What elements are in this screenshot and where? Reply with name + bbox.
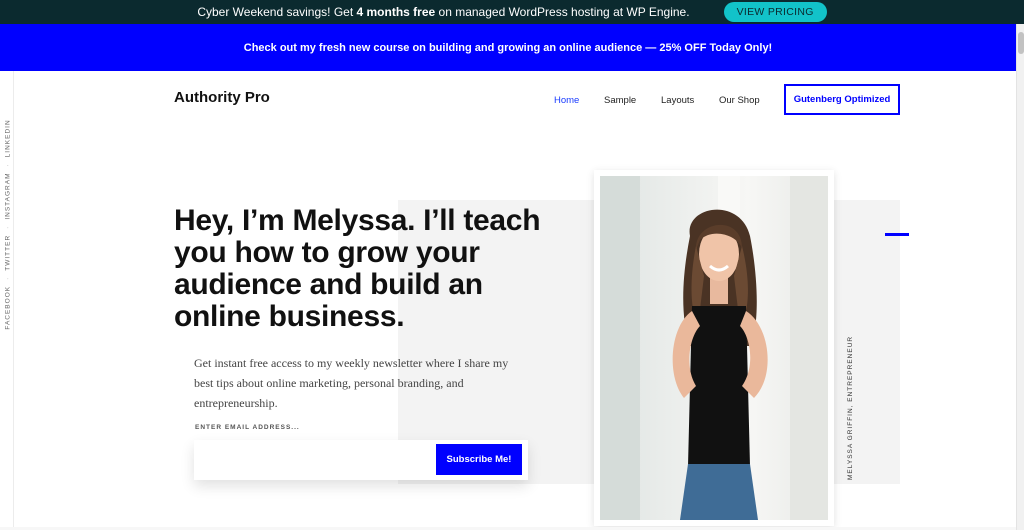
view-pricing-button[interactable]: VIEW PRICING [723,2,827,22]
subscribe-button[interactable]: Subscribe Me! [436,444,522,475]
nav-item-sample[interactable]: Sample [604,95,636,106]
page-scrollbar[interactable] [1016,24,1024,530]
email-field[interactable] [202,446,432,474]
portrait-frame [594,170,834,526]
social-sidebar: FACEBOOK · TWITTER · INSTAGRAM · LINKEDI… [0,71,14,530]
promo-message-prefix: Cyber Weekend savings! Get [197,5,357,19]
social-link-facebook[interactable]: FACEBOOK [5,286,12,330]
promo-message-suffix: on managed WordPress hosting at WP Engin… [435,5,690,19]
newsletter-form: Subscribe Me! [194,440,528,480]
nav-item-home[interactable]: Home [554,95,579,106]
announcement-text[interactable]: Check out my fresh new course on buildin… [244,42,772,54]
social-link-twitter[interactable]: TWITTER [5,235,12,271]
email-field-label: ENTER EMAIL ADDRESS... [195,424,300,431]
site-logo[interactable]: Authority Pro [174,89,270,106]
promo-message-highlight: 4 months free [356,5,436,19]
scrollbar-thumb[interactable] [1018,32,1024,54]
announcement-bar[interactable]: Check out my fresh new course on buildin… [0,24,1016,71]
nav-item-our-shop[interactable]: Our Shop [719,95,760,106]
gutenberg-optimized-button[interactable]: Gutenberg Optimized [784,84,900,115]
hero-intro-text: Get instant free access to my weekly new… [194,356,509,410]
separator-dot: · [4,225,12,229]
hero-headline: Hey, I’m Melyssa. I’ll teach you how to … [174,204,541,333]
accent-line [885,233,909,236]
photo-caption: MELYSSA GRIFFIN, ENTREPRENEUR [847,335,854,480]
separator-dot: · [4,163,12,167]
social-link-linkedin[interactable]: LINKEDIN [5,119,12,157]
promo-bar: Cyber Weekend savings! Get 4 months free… [0,0,1024,24]
portrait-illustration [600,176,828,520]
social-links: FACEBOOK · TWITTER · INSTAGRAM · LINKEDI… [5,107,12,343]
social-link-instagram[interactable]: INSTAGRAM [5,173,12,220]
separator-dot: · [4,276,12,280]
portrait-photo [600,176,828,520]
promo-message: Cyber Weekend savings! Get 4 months free… [197,5,689,19]
nav-item-layouts[interactable]: Layouts [661,95,694,106]
